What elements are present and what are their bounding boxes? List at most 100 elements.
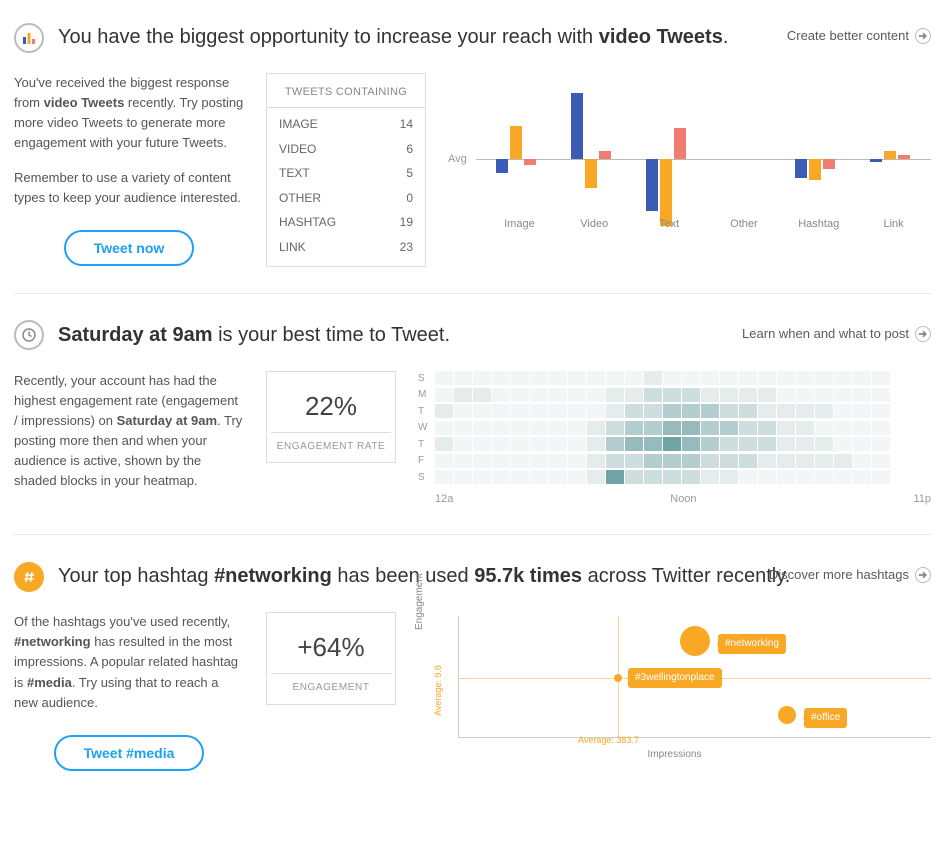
chart-group: Other: [706, 67, 781, 211]
arrow-icon: [915, 28, 931, 44]
avg-label: Avg: [448, 151, 467, 168]
engagement-rate-card: 22% ENGAGEMENT RATE: [266, 371, 396, 464]
chart-bar: [599, 151, 611, 159]
discover-hashtags-link[interactable]: Discover more hashtags: [769, 565, 931, 585]
chart-y-title: Engagement: [412, 573, 428, 630]
heatmap-cell: [530, 388, 548, 402]
heatmap-cell: [473, 388, 491, 402]
heatmap-cell: [739, 470, 757, 484]
heatmap-cell: [549, 470, 567, 484]
heatmap-cell: [834, 470, 852, 484]
heatmap-cell: [701, 437, 719, 451]
heatmap-cell: [815, 421, 833, 435]
section-description: Recently, your account has had the highe…: [14, 371, 244, 506]
chart-bar: [823, 159, 835, 169]
heatmap-cell: [853, 404, 871, 418]
heatmap-cell: [872, 371, 890, 385]
heatmap-cell: [435, 470, 453, 484]
heatmap-cell: [720, 470, 738, 484]
heatmap-cell: [796, 388, 814, 402]
heatmap-cell: [777, 421, 795, 435]
create-better-content-link[interactable]: Create better content: [787, 26, 931, 46]
chart-category-label: Hashtag: [781, 216, 856, 233]
heatmap-cell: [473, 371, 491, 385]
heatmap-cell: [815, 470, 833, 484]
heatmap-row: W: [418, 420, 931, 436]
heatmap-cell: [796, 454, 814, 468]
section-description: Of the hashtags you've used recently, #n…: [14, 612, 244, 771]
chart-group: Hashtag: [781, 67, 856, 211]
heatmap-cell: [758, 421, 776, 435]
heatmap-cell: [663, 388, 681, 402]
stat-label: ENGAGEMENT RATE: [271, 432, 391, 455]
heatmap-cell: [435, 421, 453, 435]
chart-x-title: Impressions: [418, 747, 931, 763]
heatmap-cell: [815, 454, 833, 468]
heatmap-cell: [777, 371, 795, 385]
heatmap-cell: [435, 371, 453, 385]
heatmap-cell: [549, 404, 567, 418]
heatmap-cell: [568, 454, 586, 468]
heatmap-cell: [796, 421, 814, 435]
heatmap-cell: [682, 470, 700, 484]
heatmap-cell: [568, 388, 586, 402]
heatmap-cell: [739, 421, 757, 435]
heatmap-cell: [625, 388, 643, 402]
heatmap-day-label: S: [418, 470, 434, 486]
heatmap-day-label: M: [418, 387, 434, 403]
table-row: LINK23: [267, 235, 425, 260]
heatmap-cell: [587, 404, 605, 418]
heatmap-cell: [435, 437, 453, 451]
heatmap-cell: [834, 388, 852, 402]
heatmap-cell: [587, 371, 605, 385]
heatmap-cell: [777, 454, 795, 468]
heatmap-cell: [853, 454, 871, 468]
heatmap-cell: [435, 454, 453, 468]
heatmap-cell: [777, 437, 795, 451]
tweet-media-button[interactable]: Tweet #media: [54, 735, 205, 771]
learn-when-link[interactable]: Learn when and what to post: [742, 324, 931, 344]
heatmap-cell: [454, 371, 472, 385]
heatmap-cell: [872, 437, 890, 451]
heatmap-cell: [492, 371, 510, 385]
table-title: TWEETS CONTAINING: [267, 80, 425, 108]
chart-bar: [674, 128, 686, 159]
heatmap-row: S: [418, 371, 931, 387]
heatmap-cell: [720, 454, 738, 468]
heatmap-cell: [758, 388, 776, 402]
heatmap-cell: [834, 371, 852, 385]
heatmap-cell: [644, 404, 662, 418]
heatmap-cell: [701, 421, 719, 435]
heatmap-cell: [549, 437, 567, 451]
heatmap-cell: [777, 388, 795, 402]
heatmap-cell: [796, 404, 814, 418]
heatmap-cell: [492, 470, 510, 484]
heatmap-cell: [739, 371, 757, 385]
heatmap-cell: [606, 470, 624, 484]
section-best-time: Learn when and what to post Saturday at …: [14, 320, 931, 536]
heatmap-cell: [682, 421, 700, 435]
heatmap-cell: [682, 437, 700, 451]
heatmap-cell: [758, 454, 776, 468]
heatmap-cell: [663, 454, 681, 468]
heatmap-cell: [492, 404, 510, 418]
heatmap-cell: [644, 437, 662, 451]
heatmap-cell: [587, 388, 605, 402]
heatmap-cell: [663, 421, 681, 435]
heatmap-cell: [473, 454, 491, 468]
heatmap-cell: [701, 470, 719, 484]
heatmap-cell: [473, 470, 491, 484]
heatmap-cell: [720, 388, 738, 402]
tweet-now-button[interactable]: Tweet now: [64, 230, 195, 266]
heatmap-cell: [454, 454, 472, 468]
chart-bar: [809, 159, 821, 180]
arrow-icon: [915, 326, 931, 342]
heatmap-cell: [872, 421, 890, 435]
heatmap-cell: [644, 421, 662, 435]
heatmap-cell: [777, 404, 795, 418]
heatmap-cell: [625, 404, 643, 418]
hashtag-label: #office: [804, 708, 847, 728]
section-description: You've received the biggest response fro…: [14, 73, 244, 266]
heatmap-cell: [834, 437, 852, 451]
scatter-point: [614, 674, 622, 682]
